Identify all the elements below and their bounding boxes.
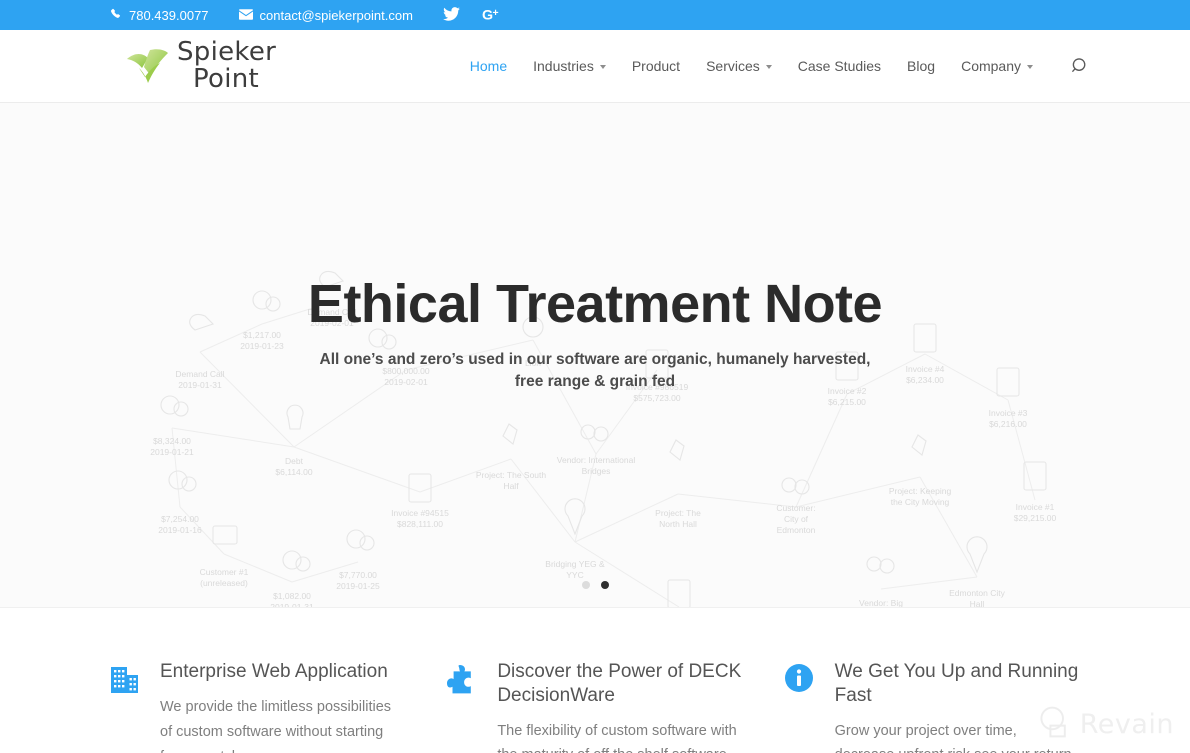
hero-title: Ethical Treatment Note — [307, 274, 883, 335]
main-navigation: Home Industries Product Services Case St… — [470, 57, 1090, 76]
nav-item-industries[interactable]: Industries — [533, 58, 606, 74]
info-circle-icon — [784, 664, 819, 753]
hero-slider: Demand Call 2019-01-31 $1,217.00 2019-01-2… — [0, 102, 1190, 608]
site-logo[interactable]: Spieker Point — [125, 39, 276, 92]
logo-wordmark: Spieker Point — [177, 39, 276, 92]
email-address[interactable]: contact@spiekerpoint.com — [260, 8, 413, 23]
page-root: 780.439.0077 contact@spiekerpoint.com G + — [0, 0, 1190, 753]
nav-item-case-studies[interactable]: Case Studies — [798, 58, 881, 74]
nav-label: Industries — [533, 58, 594, 74]
hero-content: Ethical Treatment Note All one’s and zer… — [0, 102, 1190, 607]
chevron-down-icon — [599, 65, 606, 69]
hero-subtitle: All one’s and zero’s used in our softwar… — [319, 350, 871, 391]
chevron-down-icon — [1027, 65, 1033, 69]
feature-card-enterprise-web-application: Enterprise Web Application We provide th… — [110, 660, 405, 753]
phone-icon — [110, 8, 122, 22]
nav-label: Services — [706, 58, 760, 74]
logo-line-1: Spieker — [177, 37, 277, 68]
search-icon[interactable] — [1071, 57, 1090, 76]
social-links: G + — [443, 7, 501, 24]
slider-pagination — [0, 581, 1190, 589]
nav-label: Case Studies — [797, 58, 882, 74]
feature-row: Enterprise Web Application We provide th… — [0, 608, 1190, 753]
feature-card-up-and-running-fast: We Get You Up and Running Fast Grow your… — [784, 660, 1080, 753]
nav-label: Home — [469, 58, 508, 74]
puzzle-piece-icon — [447, 664, 481, 753]
svg-text:G: G — [482, 7, 493, 21]
green-leaf-logo-icon — [125, 46, 169, 86]
nav-item-company[interactable]: Company — [961, 58, 1033, 74]
nav-label: Company — [961, 58, 1021, 74]
nav-item-services[interactable]: Services — [706, 58, 772, 74]
feature-title: Discover the Power of DECK DecisionWare — [497, 661, 742, 706]
top-utility-bar: 780.439.0077 contact@spiekerpoint.com G + — [0, 0, 1190, 30]
nav-item-product[interactable]: Product — [632, 58, 680, 74]
slider-dot-1[interactable] — [581, 581, 590, 589]
email-block[interactable]: contact@spiekerpoint.com — [238, 8, 413, 23]
phone-block[interactable]: 780.439.0077 — [110, 8, 209, 23]
twitter-icon[interactable] — [443, 7, 460, 23]
building-icon — [110, 664, 144, 753]
slider-dot-2[interactable] — [600, 581, 609, 589]
google-plus-icon[interactable]: G + — [482, 7, 501, 24]
nav-label: Blog — [907, 58, 936, 74]
logo-line-2: Point — [193, 64, 260, 94]
feature-title: Enterprise Web Application — [160, 661, 388, 682]
nav-item-blog[interactable]: Blog — [907, 58, 935, 74]
phone-number[interactable]: 780.439.0077 — [129, 8, 209, 23]
chevron-down-icon — [765, 65, 772, 69]
nav-label: Product — [631, 58, 681, 74]
feature-card-deck-decisionware: Discover the Power of DECK DecisionWare … — [447, 660, 742, 753]
svg-text:+: + — [492, 7, 498, 18]
nav-item-home[interactable]: Home — [470, 58, 507, 74]
envelope-icon — [238, 8, 253, 22]
feature-body: Grow your project over time, decrease up… — [834, 722, 1072, 753]
site-header: Spieker Point Home Industries Product Se… — [0, 30, 1190, 102]
feature-title: We Get You Up and Running Fast — [834, 661, 1079, 706]
feature-body: The flexibility of custom software with … — [497, 722, 737, 753]
feature-body: We provide the limitless possibilities o… — [160, 698, 392, 753]
